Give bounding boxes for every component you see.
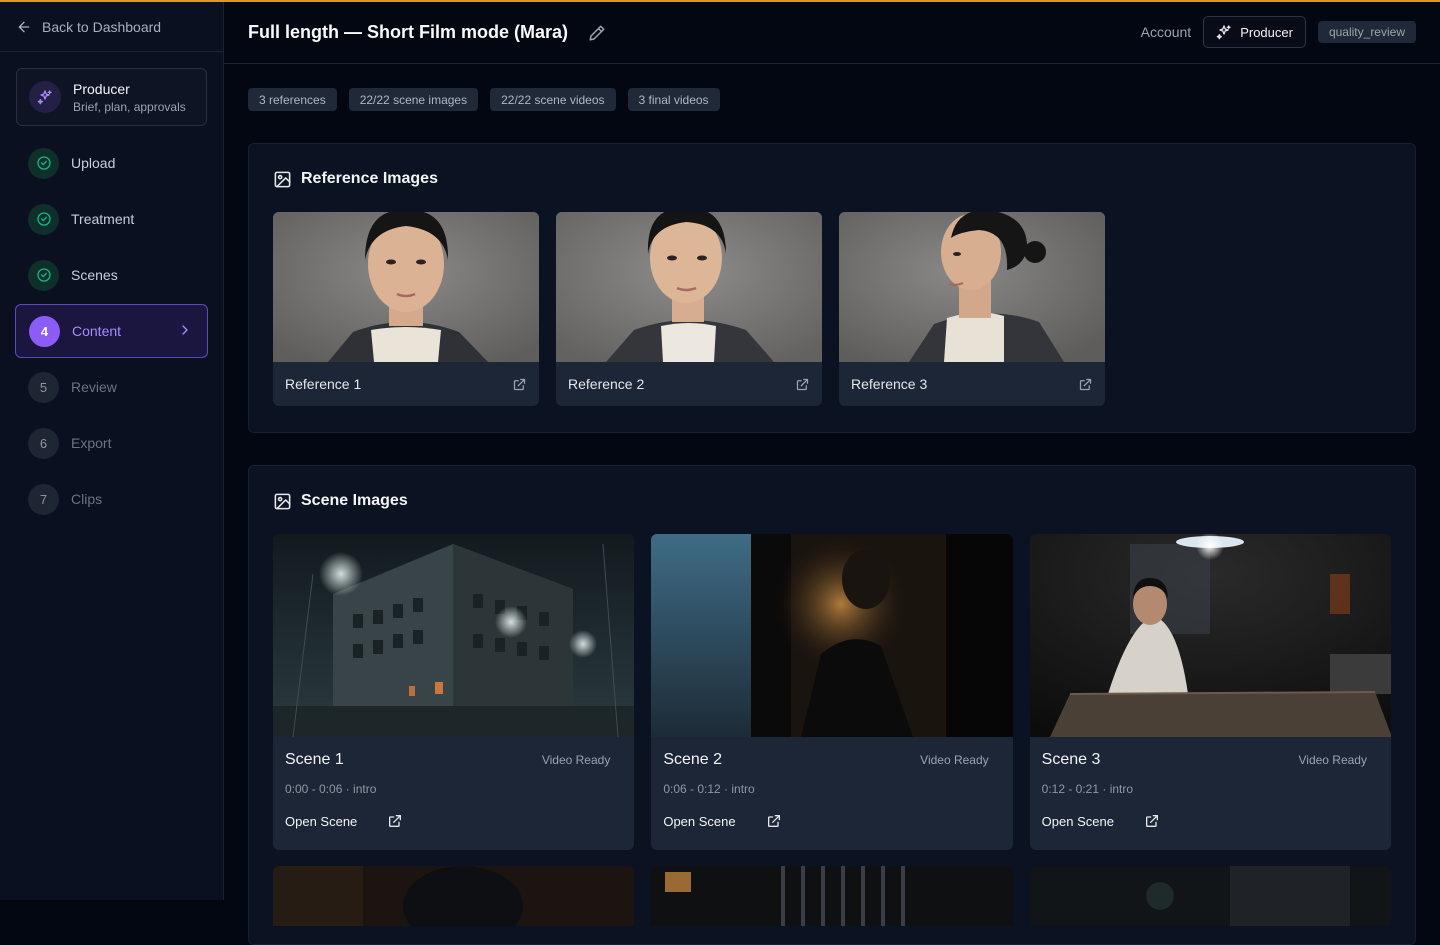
chip-scene-images: 22/22 scene images	[348, 88, 479, 111]
external-link-icon[interactable]	[512, 377, 527, 392]
back-to-dashboard-link[interactable]: Back to Dashboard	[0, 2, 223, 52]
producer-title: Producer	[73, 80, 130, 97]
external-link-button[interactable]	[387, 813, 403, 829]
image-icon	[274, 493, 291, 509]
reference-card[interactable]: Reference 2	[556, 212, 822, 406]
check-circle-icon	[36, 212, 51, 226]
step-label: Export	[71, 435, 112, 451]
scene-card-partial[interactable]	[273, 866, 635, 926]
step-label: Clips	[71, 491, 103, 507]
role-badge: quality_review	[1317, 21, 1416, 43]
scene-thumbnail	[1029, 534, 1391, 737]
scene-card-partial[interactable]	[1029, 866, 1391, 926]
external-link-button[interactable]	[1144, 813, 1160, 829]
section-title: Scene Images	[301, 492, 408, 509]
scene-card[interactable]: Scene 2 Video Ready 0:06 - 0:12 · intro …	[651, 534, 1013, 850]
external-link-icon[interactable]	[795, 377, 810, 392]
step-label: Scenes	[71, 267, 118, 283]
producer-button[interactable]: Producer	[1203, 16, 1306, 48]
page-title: Full length — Short Film mode (Mara)	[248, 22, 569, 42]
reference-portrait-image	[556, 212, 822, 362]
scene-time: 0:12 - 0:21 · intro	[1041, 782, 1134, 796]
scene-status: Video Ready	[920, 753, 989, 767]
chip-scene-videos: 22/22 scene videos	[490, 88, 616, 111]
reference-label: Reference 3	[851, 376, 928, 392]
step-export[interactable]: 6 Export	[15, 416, 208, 470]
step-content[interactable]: 4 Content	[15, 304, 208, 358]
step-number: 6	[28, 427, 59, 459]
producer-card[interactable]: Producer Brief, plan, approvals	[16, 68, 207, 126]
sparkles-icon	[37, 90, 52, 105]
pencil-icon[interactable]	[588, 24, 606, 42]
check-circle-icon	[36, 268, 51, 282]
reference-card[interactable]: Reference 1	[273, 212, 539, 406]
reference-label: Reference 1	[285, 376, 362, 392]
arrow-left-icon	[18, 21, 30, 32]
scene-name: Scene 3	[1041, 751, 1101, 768]
reference-portrait-image	[273, 212, 539, 362]
step-clips[interactable]: 7 Clips	[15, 472, 208, 526]
scene-name: Scene 2	[663, 751, 723, 768]
sparkles-icon	[1216, 25, 1231, 40]
open-scene-button[interactable]: Open Scene	[663, 814, 735, 829]
scene-status: Video Ready	[541, 753, 611, 767]
page-header: Full length — Short Film mode (Mara) Acc…	[224, 2, 1440, 64]
scene-thumbnail	[651, 534, 1013, 737]
producer-button-label: Producer	[1240, 24, 1293, 40]
reference-images-section: Reference Images Reference 1 Reference 2…	[248, 143, 1416, 433]
chip-references: 3 references	[248, 88, 337, 111]
external-link-button[interactable]	[766, 813, 782, 829]
reference-label: Reference 2	[568, 376, 645, 392]
scene-card-partial[interactable]	[651, 866, 1013, 926]
open-scene-button[interactable]: Open Scene	[1042, 814, 1114, 829]
scene-name: Scene 1	[285, 751, 344, 768]
image-icon	[274, 171, 291, 187]
chip-final-videos: 3 final videos	[627, 88, 720, 111]
external-link-icon	[1145, 815, 1158, 827]
step-status	[28, 259, 59, 291]
scene-thumbnail	[273, 534, 635, 737]
step-label: Upload	[71, 155, 116, 171]
account-link[interactable]: Account	[1141, 24, 1192, 40]
scene-images-section: Scene Images Scene 1 Video Ready 0:00 - …	[248, 465, 1416, 945]
workflow-steps: Upload Treatment Scenes 4 Content 5 Revi…	[0, 136, 223, 526]
step-scenes[interactable]: Scenes	[15, 248, 208, 302]
step-status	[28, 203, 59, 235]
back-label: Back to Dashboard	[42, 18, 162, 35]
external-link-icon[interactable]	[1078, 377, 1093, 392]
sidebar: Back to Dashboard Producer Brief, plan, …	[0, 2, 224, 900]
external-link-icon	[767, 815, 780, 827]
producer-avatar	[29, 81, 61, 113]
section-title: Reference Images	[301, 170, 438, 187]
main-content: 3 references 22/22 scene images 22/22 sc…	[248, 64, 1416, 945]
scene-card[interactable]: Scene 3 Video Ready 0:12 - 0:21 · intro …	[1029, 534, 1391, 850]
step-status	[28, 147, 59, 179]
step-label: Review	[71, 379, 117, 395]
chevron-right-icon	[182, 325, 188, 335]
step-upload[interactable]: Upload	[15, 136, 208, 190]
open-scene-button[interactable]: Open Scene	[285, 814, 357, 829]
reference-card[interactable]: Reference 3	[839, 212, 1105, 406]
summary-chips: 3 references 22/22 scene images 22/22 sc…	[248, 88, 1416, 111]
check-circle-icon	[36, 156, 51, 170]
step-number: 4	[29, 315, 60, 347]
step-number: 7	[28, 483, 59, 515]
step-treatment[interactable]: Treatment	[15, 192, 208, 246]
producer-subtitle: Brief, plan, approvals	[73, 99, 186, 114]
scene-status: Video Ready	[1298, 753, 1367, 767]
reference-portrait-image	[839, 212, 1105, 362]
scene-time: 0:00 - 0:06 · intro	[285, 782, 377, 796]
step-label: Content	[72, 323, 122, 339]
step-number: 5	[28, 371, 59, 403]
step-review[interactable]: 5 Review	[15, 360, 208, 414]
step-label: Treatment	[71, 211, 135, 227]
external-link-icon	[389, 815, 402, 827]
scene-card[interactable]: Scene 1 Video Ready 0:00 - 0:06 · intro …	[273, 534, 635, 850]
scene-time: 0:06 - 0:12 · intro	[663, 782, 755, 796]
